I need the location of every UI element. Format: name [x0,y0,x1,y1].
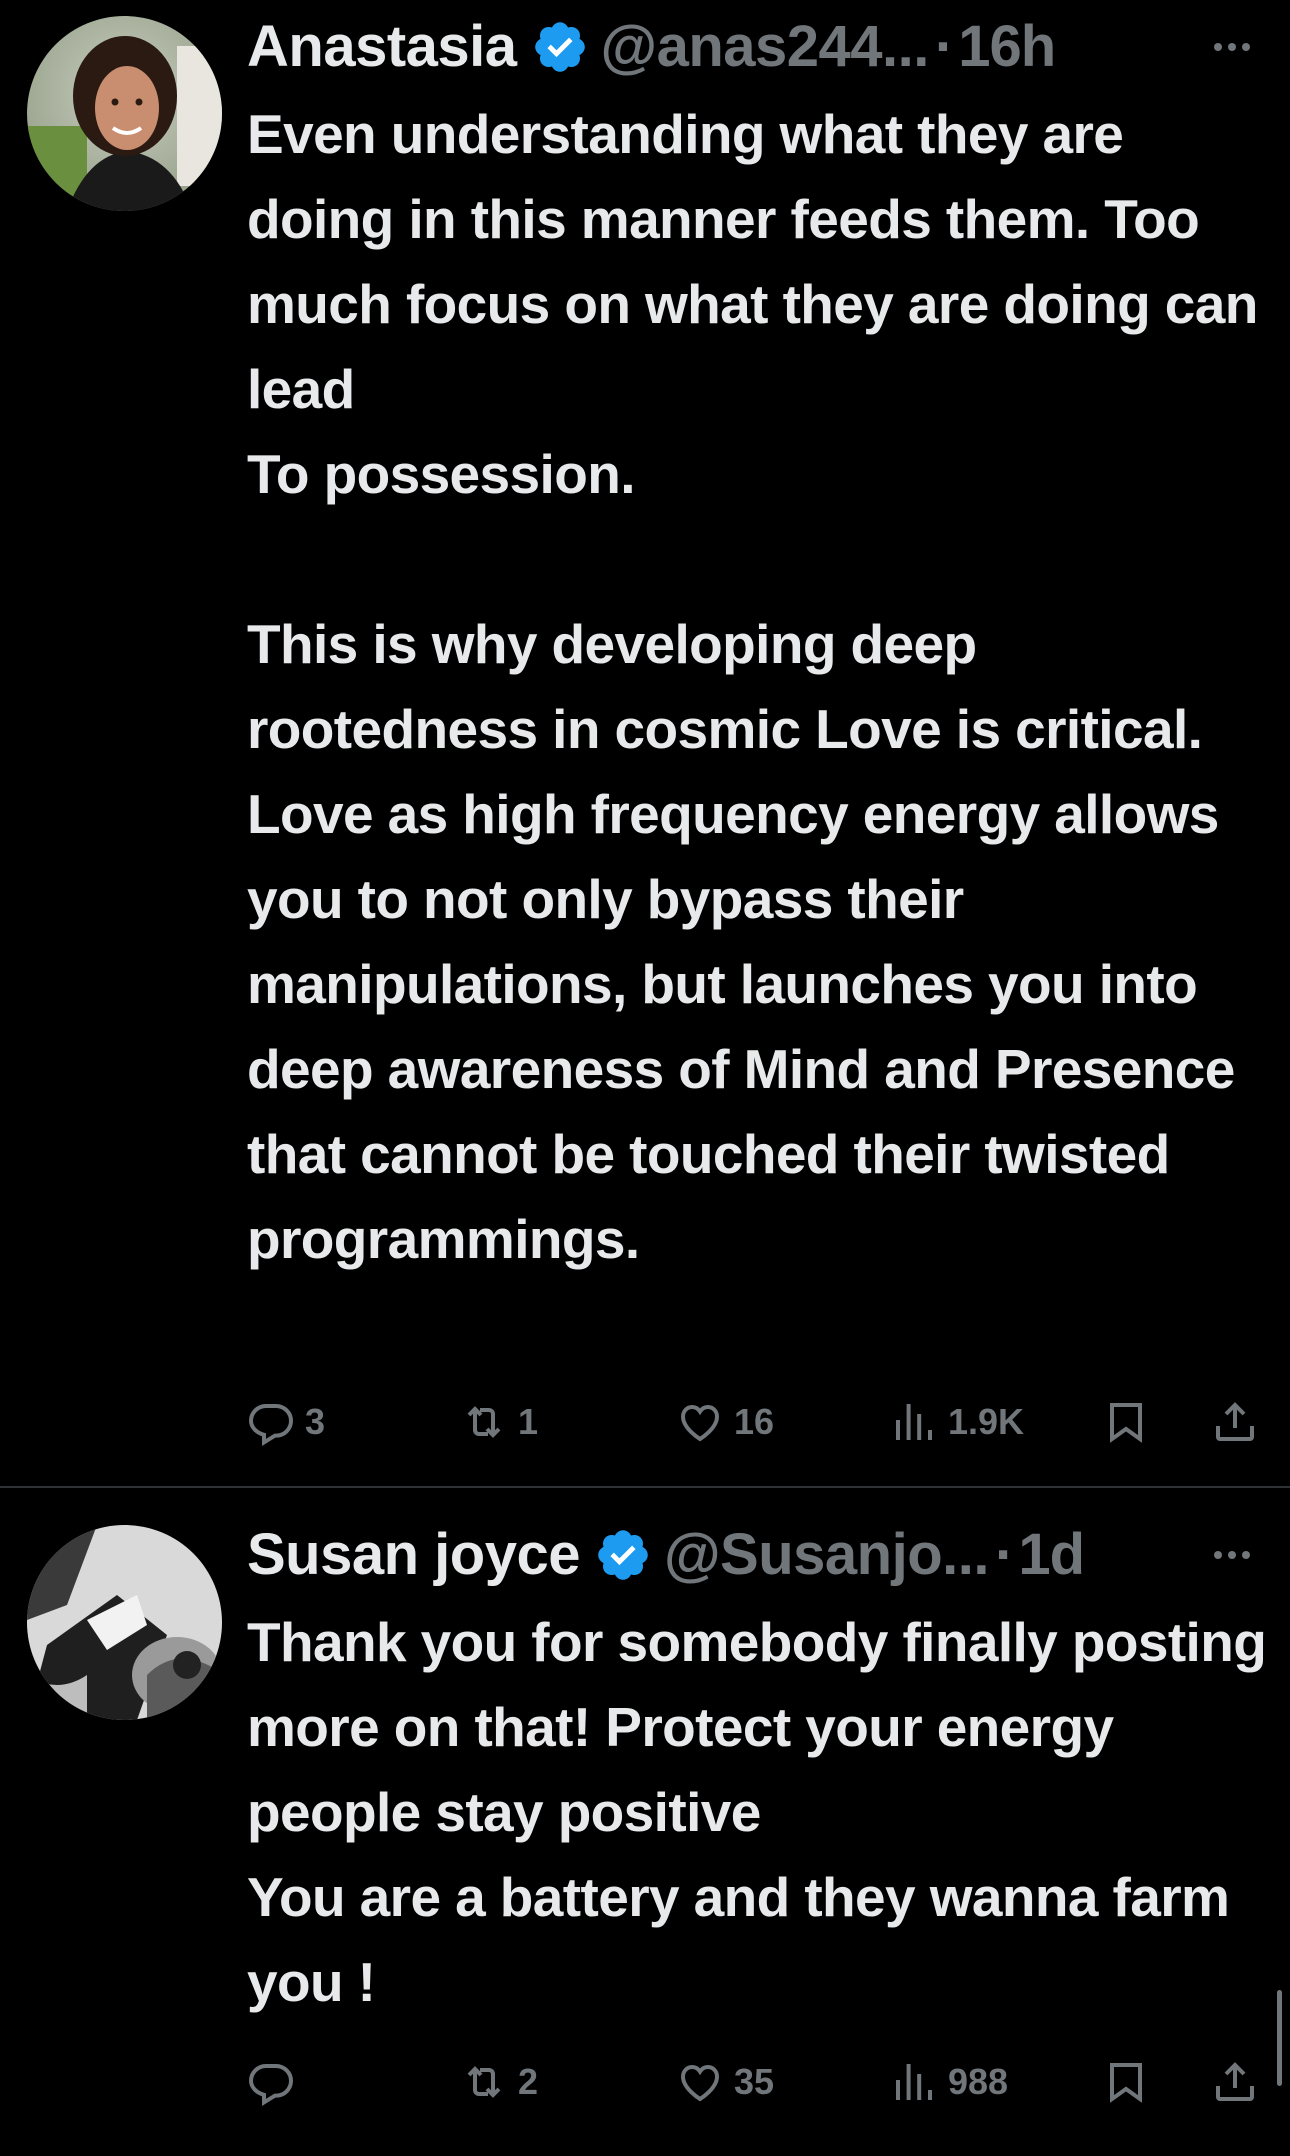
verified-badge-icon [598,1530,648,1580]
tweet-paragraph: Thank you for somebody finally posting m… [247,1611,1267,1843]
views-icon [896,1404,932,1440]
separator: · [934,14,955,79]
share-button[interactable] [1211,2047,1259,2117]
heart-icon [680,1404,720,1442]
heart-icon [680,2064,720,2102]
reply-feed: Anastasia @anas244... · 16h Even underst… [0,0,1290,2156]
avatar[interactable] [27,16,222,211]
repost-button[interactable]: 1 [460,1387,538,1457]
view-count: 988 [948,2061,1009,2102]
tweet-paragraph: To possession. [247,443,635,505]
tweet-paragraph: Even understanding what they are doing i… [247,103,1258,420]
handle[interactable]: @Susanjo... [664,1520,990,1590]
share-icon [1216,2062,1254,2101]
tweet[interactable]: Susan joyce @Susanjo... · 1d Thank you f… [0,1487,1290,2156]
repost-count: 2 [518,2061,539,2102]
tweet-header: Anastasia @anas244... · 16h [247,12,1262,82]
separator: · [994,1522,1015,1587]
bookmark-button[interactable] [1102,2047,1150,2117]
scrollbar[interactable] [1277,1990,1282,2086]
handle[interactable]: @anas244... [601,12,930,82]
display-name[interactable]: Anastasia [247,12,517,82]
action-bar: 3 1 16 1.9K [247,1387,1254,1457]
action-bar: 2 35 988 [247,2047,1254,2117]
reply-button[interactable]: 3 [247,1387,325,1457]
view-count: 1.9K [948,1401,1025,1442]
tweet-header: Susan joyce @Susanjo... · 1d [247,1520,1262,1590]
bookmark-icon [1110,1403,1142,1443]
bookmark-button[interactable] [1102,1387,1150,1457]
repost-count: 1 [518,1401,539,1442]
reply-button[interactable] [247,2047,305,2117]
like-count: 16 [734,1401,775,1442]
display-name[interactable]: Susan joyce [247,1520,580,1590]
more-options-icon[interactable] [1202,12,1262,82]
like-count: 35 [734,2061,775,2102]
tweet[interactable]: Anastasia @anas244... · 16h Even underst… [0,0,1290,1486]
tweet-text: Even understanding what they are doing i… [247,92,1267,1282]
reply-icon [248,1404,294,1446]
verified-badge-icon [534,22,585,72]
reply-count: 3 [305,1401,326,1442]
bookmark-icon [1110,2063,1142,2103]
share-button[interactable] [1211,1387,1259,1457]
repost-icon [467,2066,501,2098]
avatar[interactable] [27,1525,222,1720]
like-button[interactable]: 16 [676,1387,774,1457]
timestamp[interactable]: 1d [1018,1520,1085,1590]
reply-icon [248,2064,294,2106]
tweet-text: Thank you for somebody finally posting m… [247,1600,1267,2025]
repost-icon [467,1406,501,1438]
views-button[interactable]: 988 [890,2047,1008,2117]
like-button[interactable]: 35 [676,2047,774,2117]
repost-button[interactable]: 2 [460,2047,538,2117]
share-icon [1216,1402,1254,1441]
more-options-icon[interactable] [1202,1520,1262,1590]
views-icon [896,2064,932,2100]
timestamp[interactable]: 16h [958,12,1056,82]
tweet-paragraph: You are a battery and they wanna farm yo… [247,1866,1230,2013]
views-button[interactable]: 1.9K [890,1387,1024,1457]
tweet-paragraph: This is why developing deep rootedness i… [247,613,1235,1270]
